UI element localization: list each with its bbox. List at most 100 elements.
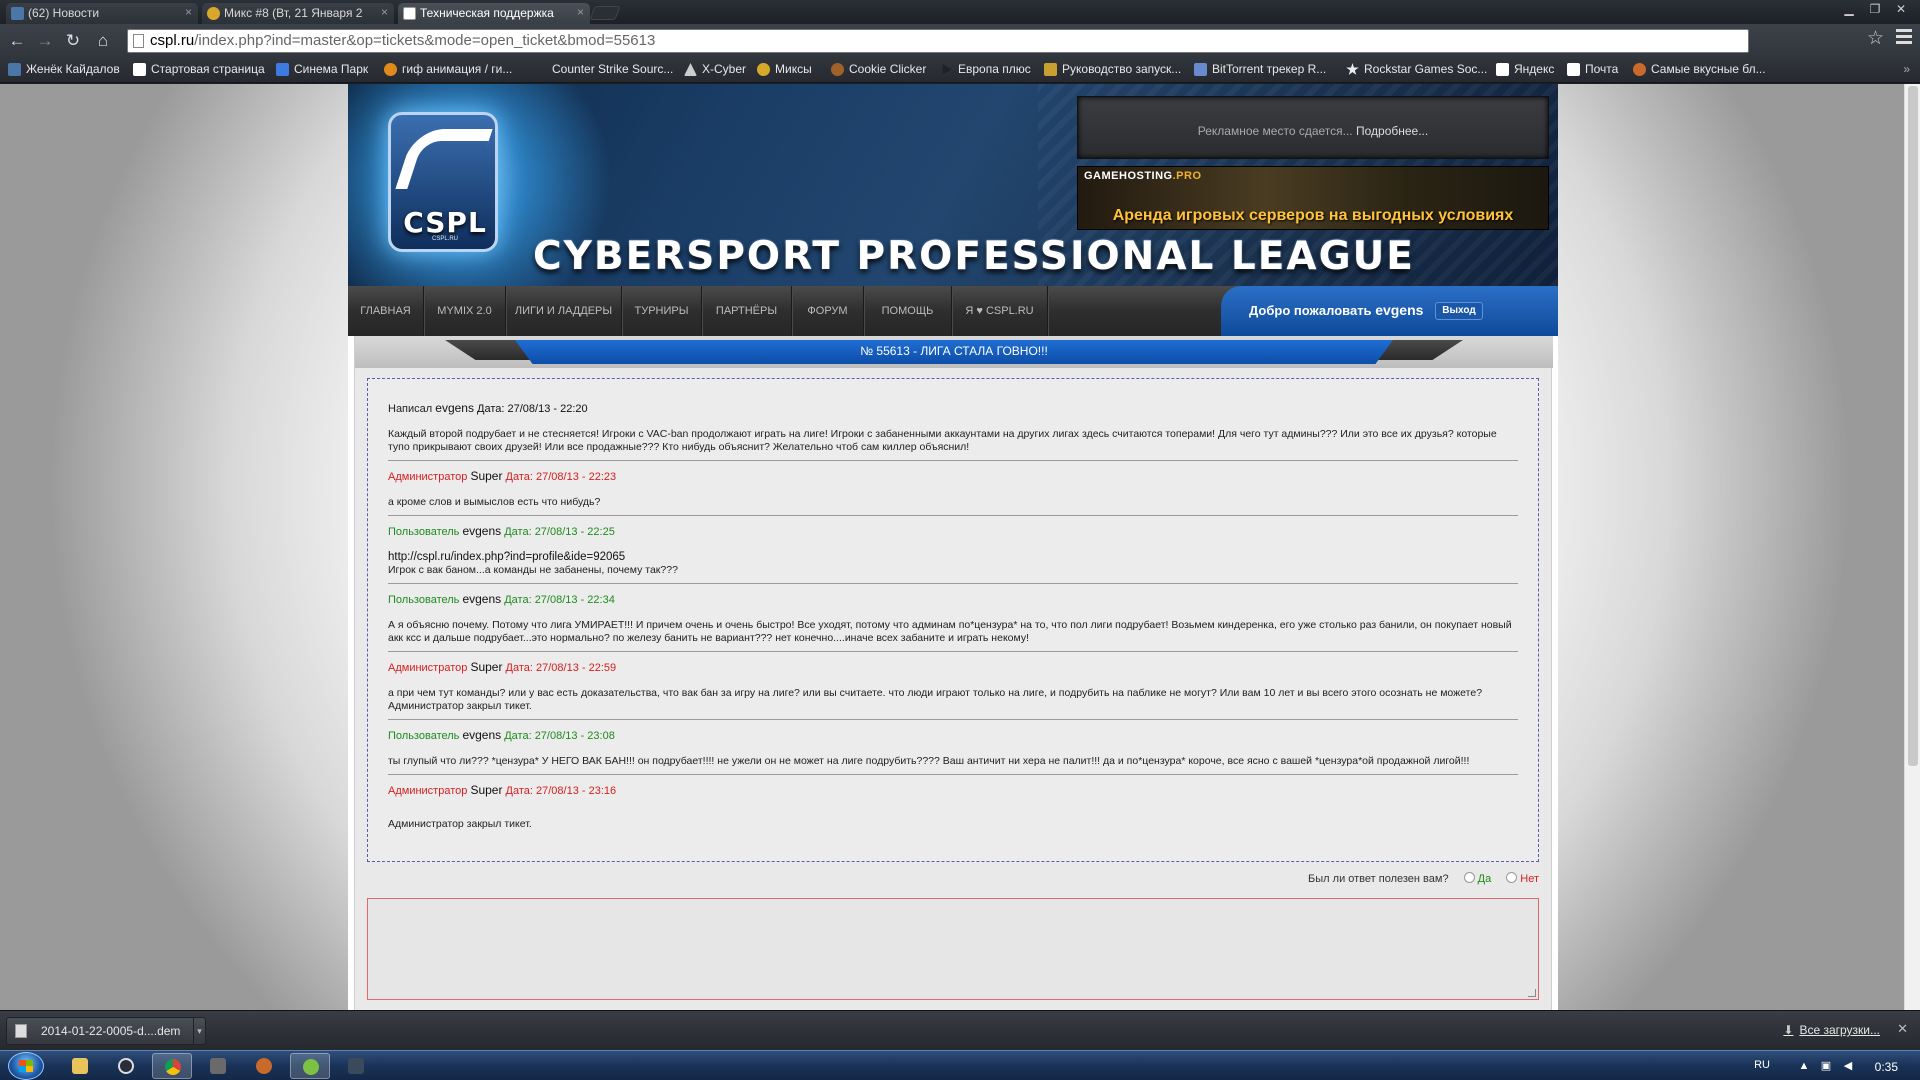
bookmark-item[interactable]: BitTorrent трекер R... bbox=[1194, 62, 1326, 76]
new-tab-button[interactable] bbox=[589, 6, 621, 20]
bookmark-item[interactable]: Rockstar Games Soc... bbox=[1346, 62, 1487, 76]
site-container: CSPL CSPL.RU CYBERSPORT PROFESSIONAL LEA… bbox=[348, 84, 1558, 1010]
nav-help[interactable]: ПОМОЩЬ bbox=[864, 286, 952, 336]
close-icon[interactable]: × bbox=[381, 5, 388, 19]
helpful-no-radio[interactable] bbox=[1506, 872, 1518, 883]
bookmark-item[interactable]: Почта bbox=[1567, 62, 1618, 76]
resize-grip-icon[interactable] bbox=[1528, 989, 1536, 997]
bookmark-item[interactable]: Стартовая страница bbox=[133, 62, 265, 76]
bookmark-item[interactable]: Counter Strike Sourc... bbox=[534, 62, 673, 76]
bookmark-star-icon[interactable]: ☆ bbox=[1867, 27, 1884, 50]
nav-i-love-cspl[interactable]: Я ♥ CSPL.RU bbox=[952, 286, 1048, 336]
volume-icon[interactable]: ◀ bbox=[1842, 1060, 1854, 1072]
logout-button[interactable]: Выход bbox=[1435, 302, 1483, 320]
reply-post: Пользователь evgens Дата: 27/08/13 - 23:… bbox=[388, 728, 1518, 768]
game-app[interactable] bbox=[198, 1053, 238, 1079]
language-indicator[interactable]: RU bbox=[1754, 1059, 1770, 1071]
media-icon bbox=[256, 1058, 272, 1074]
steam-app[interactable] bbox=[106, 1053, 146, 1079]
tab-title: Микс #8 (Вт, 21 Января 2 bbox=[224, 6, 363, 20]
bookmark-item[interactable]: Миксы bbox=[757, 62, 812, 76]
home-icon[interactable]: ⌂ bbox=[92, 30, 114, 52]
post-divider bbox=[388, 651, 1518, 652]
tab-mix[interactable]: Микс #8 (Вт, 21 Января 2 × bbox=[202, 3, 394, 24]
download-arrow-icon: ⬇ bbox=[1783, 1023, 1794, 1037]
nav-partners[interactable]: ПАРТНЁРЫ bbox=[702, 286, 792, 336]
post-author: evgens bbox=[435, 401, 474, 415]
nav-forum[interactable]: ФОРУМ bbox=[792, 286, 864, 336]
nav-mymix[interactable]: MYMIX 2.0 bbox=[424, 286, 506, 336]
close-icon[interactable]: ✕ bbox=[1897, 1021, 1908, 1037]
helpful-yes-label[interactable]: Да bbox=[1478, 873, 1492, 885]
logo-text: CSPL bbox=[403, 206, 487, 239]
explorer-app[interactable] bbox=[60, 1053, 100, 1079]
nav-leagues[interactable]: ЛИГИ И ЛАДДЕРЫ bbox=[506, 286, 622, 336]
bookmark-item[interactable]: Европа плюс bbox=[940, 62, 1031, 76]
back-icon[interactable]: ← bbox=[6, 30, 28, 52]
downloads-shelf: 2014-01-22-0005-d....dem ▾ ⬇ Все загрузки… bbox=[0, 1010, 1920, 1050]
ad-placeholder[interactable]: Рекламное место сдается... Подробнее... bbox=[1077, 96, 1549, 159]
ad-text: Рекламное место сдается... bbox=[1197, 124, 1353, 138]
close-icon[interactable]: × bbox=[185, 5, 192, 19]
post-header: Администратор Super Дата: 27/08/13 - 22:… bbox=[388, 469, 1518, 484]
post-body: ты глупый что ли??? *цензура* У НЕГО ВАК… bbox=[388, 755, 1470, 767]
ad-more-link[interactable]: Подробнее... bbox=[1356, 124, 1428, 138]
chrome-app[interactable] bbox=[152, 1053, 192, 1079]
post-author: evgens bbox=[462, 524, 502, 538]
close-icon[interactable]: × bbox=[577, 5, 584, 19]
bookmark-label: Самые вкусные бл... bbox=[1651, 62, 1766, 76]
ticket-title: № 55613 - ЛИГА СТАЛА ГОВНО!!! bbox=[860, 344, 1048, 358]
chevron-down-icon[interactable]: ▾ bbox=[193, 1018, 205, 1044]
username[interactable]: evgens bbox=[1375, 302, 1423, 318]
bookmark-label: X-Cyber bbox=[702, 62, 747, 76]
start-button[interactable] bbox=[8, 1052, 44, 1080]
bookmark-item[interactable]: Руководство запуск... bbox=[1044, 62, 1181, 76]
bookmark-item[interactable]: гиф анимация / ги... bbox=[384, 62, 512, 76]
address-bar[interactable]: cspl.ru/index.php?ind=master&op=tickets&… bbox=[127, 29, 1749, 53]
utorrent-app[interactable] bbox=[290, 1053, 330, 1079]
post-date: Дата: 27/08/13 - 22:23 bbox=[505, 471, 617, 483]
tab-support[interactable]: Техническая поддержка × bbox=[398, 3, 590, 24]
page-icon bbox=[133, 63, 146, 76]
post-divider bbox=[388, 719, 1518, 720]
post-link[interactable]: http://cspl.ru/index.php?ind=profile&ide… bbox=[388, 551, 1518, 564]
helpful-no-label[interactable]: Нет bbox=[1520, 873, 1539, 885]
cs-app[interactable] bbox=[336, 1053, 376, 1079]
reload-icon[interactable]: ↻ bbox=[62, 30, 84, 52]
nav-tournaments[interactable]: ТУРНИРЫ bbox=[622, 286, 702, 336]
helpful-yes-radio[interactable] bbox=[1463, 872, 1475, 883]
minimize-icon[interactable]: ▁ bbox=[1836, 0, 1862, 18]
bookmark-label: Counter Strike Sourc... bbox=[552, 62, 674, 76]
restore-icon[interactable]: ❐ bbox=[1862, 0, 1888, 18]
reply-textarea[interactable] bbox=[367, 898, 1539, 1000]
menu-icon[interactable] bbox=[1896, 29, 1912, 45]
network-icon[interactable]: ▣ bbox=[1820, 1060, 1832, 1072]
file-icon bbox=[15, 1024, 27, 1038]
rockstar-icon bbox=[1346, 63, 1359, 75]
bookmark-label: BitTorrent трекер R... bbox=[1212, 62, 1327, 76]
bookmark-item[interactable]: X-Cyber bbox=[684, 62, 746, 76]
bookmark-item[interactable]: Женёк Кайдалов bbox=[8, 62, 120, 76]
clock[interactable]: 0:35 bbox=[1875, 1060, 1898, 1074]
bookmark-item[interactable]: Cookie Clicker bbox=[831, 62, 926, 76]
post-role: Пользователь bbox=[388, 594, 460, 606]
all-downloads-link[interactable]: ⬇ Все загрузки... bbox=[1783, 1023, 1880, 1037]
more-bookmarks-icon[interactable]: » bbox=[1903, 62, 1910, 76]
tray-expand-icon[interactable]: ▲ bbox=[1798, 1060, 1810, 1072]
tab-news[interactable]: (62) Новости × bbox=[6, 3, 198, 24]
chrome-icon bbox=[165, 1059, 181, 1075]
close-window-icon[interactable]: ✕ bbox=[1888, 0, 1914, 18]
bookmark-item[interactable]: Самые вкусные бл... bbox=[1633, 62, 1766, 76]
gamehosting-banner[interactable]: GAMEHOSTING.PRO Аренда игровых серверов … bbox=[1077, 166, 1549, 230]
media-app[interactable] bbox=[244, 1053, 284, 1079]
page-viewport: CSPL CSPL.RU CYBERSPORT PROFESSIONAL LEA… bbox=[0, 84, 1904, 1010]
bookmark-label: Миксы bbox=[775, 62, 812, 76]
scrollbar-thumb[interactable] bbox=[1908, 86, 1918, 766]
page-scrollbar[interactable] bbox=[1904, 84, 1920, 1010]
post-divider bbox=[388, 774, 1518, 775]
nav-home[interactable]: ГЛАВНАЯ bbox=[348, 286, 424, 336]
forward-icon[interactable]: → bbox=[34, 30, 56, 52]
bookmark-item[interactable]: Яндекс bbox=[1496, 62, 1554, 76]
bookmark-item[interactable]: Синема Парк bbox=[276, 62, 368, 76]
download-item[interactable]: 2014-01-22-0005-d....dem ▾ bbox=[6, 1017, 206, 1045]
